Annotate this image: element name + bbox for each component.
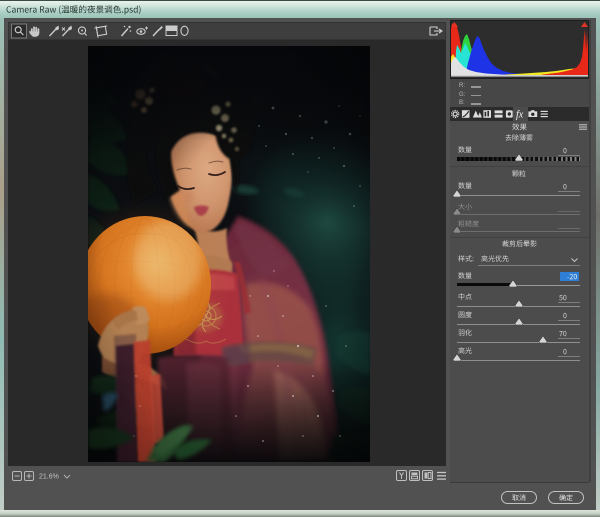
svg-text:21.6%: 21.6% bbox=[39, 474, 59, 481]
svg-text:fx: fx bbox=[516, 110, 524, 121]
